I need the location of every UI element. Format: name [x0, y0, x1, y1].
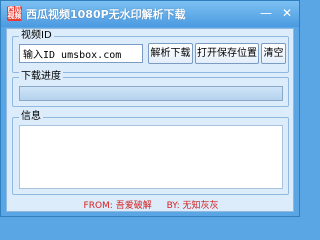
window-title: 西瓜视频1080P无水印解析下载 [26, 8, 186, 21]
clear-button[interactable]: 清空 [261, 43, 286, 64]
parse-download-button[interactable]: 解析下载 [148, 43, 193, 64]
info-label: 信息 [19, 111, 43, 123]
client-area: 视频ID 解析下载 打开保存位置 清空 下载进度 信息 FROM: 吾爱破解 B… [6, 28, 294, 212]
app-logo-icon: 西瓜 视频 [7, 6, 22, 21]
footer-by-text: BY: 无知灰灰 [166, 201, 219, 211]
footer-from-text: FROM: 吾爱破解 [83, 201, 152, 211]
download-progress-label: 下载进度 [19, 71, 63, 83]
open-save-location-button[interactable]: 打开保存位置 [195, 43, 259, 64]
download-progress-group: 下载进度 [12, 71, 289, 107]
app-window: 西瓜 视频 西瓜视频1080P无水印解析下载 — ✕ 视频ID 解析下载 打开保… [0, 0, 300, 217]
download-progress-bar [19, 86, 283, 101]
minimize-button[interactable]: — [259, 6, 273, 20]
title-bar[interactable]: 西瓜 视频 西瓜视频1080P无水印解析下载 — ✕ [1, 1, 299, 27]
video-id-label: 视频ID [19, 30, 54, 42]
video-id-group: 视频ID 解析下载 打开保存位置 清空 [12, 30, 289, 73]
info-textarea[interactable] [19, 125, 283, 189]
close-button[interactable]: ✕ [280, 6, 294, 20]
video-id-input[interactable] [19, 44, 143, 63]
footer-credits: FROM: 吾爱破解 BY: 无知灰灰 [7, 198, 295, 211]
info-group: 信息 [12, 111, 289, 195]
